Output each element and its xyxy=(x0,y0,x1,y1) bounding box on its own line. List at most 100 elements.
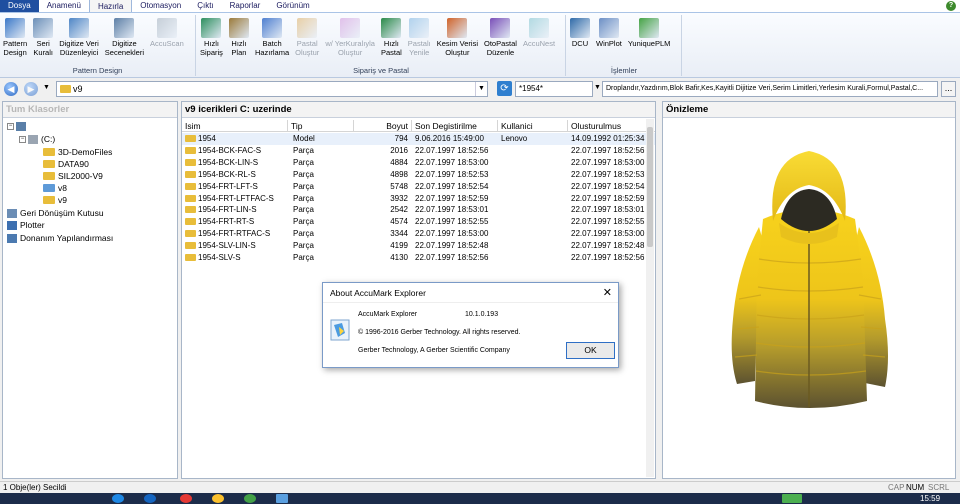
ribbon-button-refresh-marker[interactable]: Pastalı Yenile xyxy=(405,15,434,65)
help-icon[interactable]: ? xyxy=(946,1,956,11)
ribbon-button-digitize-editor[interactable]: Digitize Veri Düzenleyici xyxy=(56,15,102,65)
menu-tab-hazirla[interactable]: Hazırla xyxy=(88,0,133,12)
table-row[interactable]: 1954-FRT-LFTFAC-S Parça 3932 22.07.1997 18:… xyxy=(182,193,655,205)
ribbon-button-quick-plan[interactable]: Hızlı Plan xyxy=(226,15,252,65)
ribbon-button-label: AccuNest xyxy=(522,39,556,48)
table-row[interactable]: 1954-BCK-RL-S Parça 4898 22.07.1997 18:52:5… xyxy=(182,169,655,181)
tree-item[interactable]: v8 xyxy=(43,182,67,194)
yuniqueplm-icon xyxy=(639,18,660,38)
column-header[interactable]: Boyut xyxy=(354,120,412,132)
vertical-scrollbar[interactable] xyxy=(646,119,654,477)
ribbon-button-label: Kesim Verisi Oluştur xyxy=(436,39,478,57)
menu-tab-dosya[interactable]: Dosya xyxy=(0,0,39,12)
table-row[interactable]: 1954 Model 794 9.06.2016 15:49:00 Lenovo 14.0… xyxy=(182,133,655,145)
menu-tab-otomasyon[interactable]: Otomasyon xyxy=(132,0,189,12)
tree-item[interactable]: Geri Dönüşüm Kutusu xyxy=(7,207,104,219)
ribbon-button-quick-marker[interactable]: Hızlı Pastal xyxy=(378,15,405,65)
taskbar-app-icon[interactable] xyxy=(112,494,124,503)
ribbon-button-label: Hızlı Pastal xyxy=(380,39,402,57)
tree-item[interactable]: v9 xyxy=(43,194,67,206)
table-row[interactable]: 1954-BCK-LIN-S Parça 4884 22.07.1997 18:53:… xyxy=(182,157,655,169)
more-options-button[interactable]: ... xyxy=(941,81,956,97)
tree-item[interactable]: SIL2000-V9 xyxy=(43,170,103,182)
tree-item-label: Plotter xyxy=(20,220,45,230)
ribbon-button-winplot[interactable]: WinPlot xyxy=(593,15,625,65)
table-row[interactable]: 1954-SLV-LIN-S Parça 4199 22.07.1997 18:52:… xyxy=(182,240,655,252)
file-folder-icon xyxy=(185,146,196,154)
taskbar-app-icon[interactable] xyxy=(244,494,256,503)
ribbon-button-automarker[interactable]: OtoPastal Düzenle xyxy=(481,15,520,65)
column-header[interactable]: Tip xyxy=(288,120,354,132)
column-header[interactable]: Olusturulmus xyxy=(568,120,648,132)
ribbon-button-quick-order[interactable]: Hızlı Sipariş xyxy=(197,15,226,65)
tree-item-label: SIL2000-V9 xyxy=(58,171,103,181)
ribbon-button-label: DCU xyxy=(571,39,589,48)
taskbar-app-icon[interactable] xyxy=(144,494,156,503)
tree-expander-icon[interactable]: − xyxy=(19,135,26,143)
filter-dropdown-icon[interactable]: ▼ xyxy=(594,84,601,91)
ribbon-button-cut-data[interactable]: Kesim Verisi Oluştur xyxy=(434,15,481,65)
ribbon-button-accunest[interactable]: AccuNest xyxy=(520,15,558,65)
tree-item-label: DATA90 xyxy=(58,159,89,169)
scrollbar-thumb[interactable] xyxy=(647,127,653,247)
ribbon-button-label: Pastal Oluştur xyxy=(295,39,320,57)
ribbon-button-create-with-rule[interactable]: w/ YerKuralıyla Oluştur xyxy=(322,15,378,65)
tree-item[interactable]: − xyxy=(7,120,29,132)
tree-expander-icon[interactable]: − xyxy=(7,122,14,130)
tree-item[interactable]: 3D-DemoFiles xyxy=(43,146,112,158)
folder-icon xyxy=(43,160,55,168)
ribbon-button-yuniqueplm[interactable]: YuniquePLM xyxy=(625,15,674,65)
column-header[interactable]: Kullanici xyxy=(498,120,568,132)
ok-button[interactable]: OK xyxy=(566,342,615,359)
ribbon-button-pattern-design[interactable]: Pattern Design xyxy=(0,15,30,65)
taskbar-app-icon[interactable] xyxy=(276,494,288,503)
menu-tab-cikti[interactable]: Çıktı xyxy=(189,0,221,12)
table-row[interactable]: 1954-FRT-RTFAC-S Parça 3344 22.07.1997 18:5… xyxy=(182,228,655,240)
table-row[interactable]: 1954-FRT-LFT-S Parça 5748 22.07.1997 18:52:… xyxy=(182,181,655,193)
cell-name: 1954-FRT-RT-S xyxy=(198,217,255,227)
column-header[interactable]: Isim xyxy=(182,120,288,132)
table-row[interactable]: 1954-SLV-S Parça 4130 22.07.1997 18:52:56 22… xyxy=(182,252,655,264)
cell-created: 22.07.1997 18:52:54 xyxy=(571,181,645,191)
cell-name: 1954-FRT-LFT-S xyxy=(198,181,258,191)
ribbon-button-batch[interactable]: Batch Hazırlama xyxy=(252,15,292,65)
table-row[interactable]: 1954-FRT-RT-S Parça 4574 22.07.1997 18:52:5… xyxy=(182,216,655,228)
ribbon-button-label: WinPlot xyxy=(596,39,622,48)
ribbon-button-accuscan[interactable]: AccuScan xyxy=(147,15,187,65)
tree-item[interactable]: DATA90 xyxy=(43,158,89,170)
table-row[interactable]: 1954-FRT-LIN-S Parça 2542 22.07.1997 18:53:… xyxy=(182,204,655,216)
filter-input[interactable]: *1954* xyxy=(515,81,593,97)
cell-name: 1954 xyxy=(198,134,216,143)
address-dropdown-icon[interactable]: ▼ xyxy=(475,82,487,96)
quick-order-icon xyxy=(201,18,222,38)
menu-tab-gorunum[interactable]: Görünüm xyxy=(268,0,317,12)
history-dropdown-icon[interactable]: ▼ xyxy=(43,84,50,91)
table-row[interactable]: 1954-BCK-FAC-S Parça 2016 22.07.1997 18:52:… xyxy=(182,145,655,157)
cell-modified: 22.07.1997 18:53:00 xyxy=(415,229,489,239)
ribbon-button-dcu[interactable]: DCU xyxy=(567,15,593,65)
taskbar-app-icon[interactable] xyxy=(180,494,192,503)
column-header[interactable]: Son Degistirilme xyxy=(412,120,498,132)
taskbar-app-icon[interactable] xyxy=(212,494,224,503)
tree-item[interactable]: Plotter xyxy=(7,219,45,231)
cell-created: 22.07.1997 18:53:00 xyxy=(571,157,645,167)
refresh-icon[interactable]: ⟳ xyxy=(497,81,512,96)
ribbon-button-create-marker[interactable]: Pastal Oluştur xyxy=(292,15,322,65)
close-icon[interactable]: ✕ xyxy=(603,286,612,300)
back-button[interactable]: ◀ xyxy=(4,82,18,96)
tree-item[interactable]: Donanım Yapılandırması xyxy=(7,232,113,244)
digitize-editor-icon xyxy=(68,18,89,38)
hardware-icon xyxy=(7,233,17,243)
folder-tree-pane: Tum Klasorler − − (C:) 3D-DemoFiles DATA90 SI… xyxy=(2,101,178,479)
product-types-field[interactable]: Droplandır,Yazdırım,Blok Bafir,Kes,Kayit… xyxy=(602,81,938,97)
ribbon-button-label: Batch Hazırlama xyxy=(254,39,290,57)
cell-size: 2016 xyxy=(390,145,408,155)
menu-tab-raporlar[interactable]: Raporlar xyxy=(222,0,269,12)
address-bar[interactable]: v9 ▼ xyxy=(56,81,488,97)
taskbar-app-icon[interactable] xyxy=(782,494,802,503)
tree-item[interactable]: − (C:) xyxy=(19,133,55,145)
forward-button[interactable]: ▶ xyxy=(24,82,38,96)
ribbon-button-digitize-options[interactable]: Digitize Secenekleri xyxy=(102,15,147,65)
ribbon-button-grading-rule[interactable]: Seri Kuralı xyxy=(30,15,56,65)
menu-tab-anamenu[interactable]: Anamenü xyxy=(39,0,89,12)
